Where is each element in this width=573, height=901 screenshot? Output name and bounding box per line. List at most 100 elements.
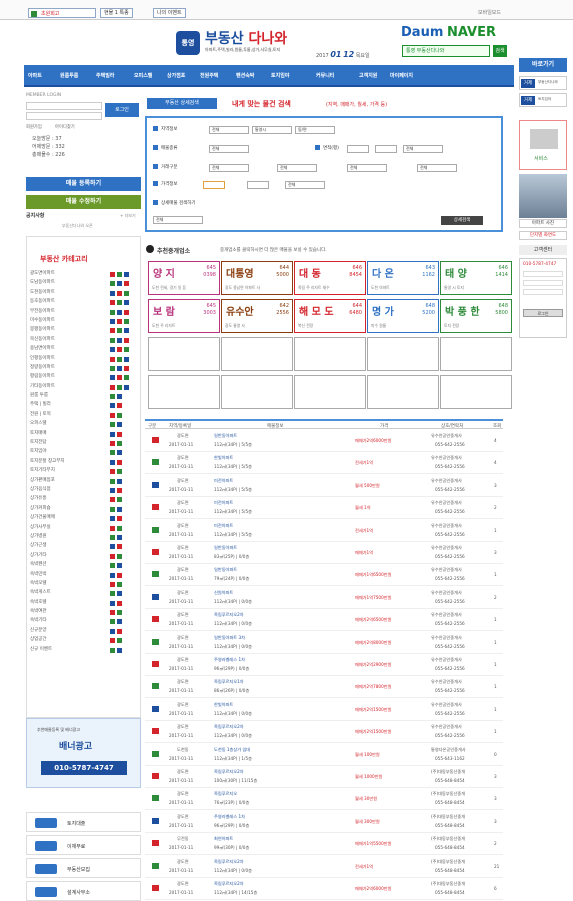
- category-item[interactable]: 무전동아파트: [26, 308, 142, 317]
- site-logo[interactable]: 부동산 다나와: [205, 28, 287, 48]
- agent-card[interactable]: 양 지 645 0398 도천 전세, 경기 일 등: [148, 261, 220, 295]
- category-item[interactable]: 숙박기타: [26, 617, 142, 626]
- floor-plan-link[interactable]: 단지별 화면도: [519, 231, 567, 240]
- right-login-button[interactable]: 로그인: [523, 309, 563, 317]
- row-title-link[interactable]: 한빛아파트: [214, 455, 233, 461]
- agent-card[interactable]: 명 가 648 5200 미수 원룸: [367, 299, 439, 333]
- site-search-button[interactable]: 검색: [493, 45, 507, 57]
- category-item[interactable]: 상가기타: [26, 552, 142, 561]
- table-row[interactable]: 광도면 2017-01-11 일반동아파트 112㎡(34P) | 5/5층 매매가2억…: [145, 430, 503, 452]
- agent-card[interactable]: 대 동 646 8454 죽림 주 리자트 재수: [294, 261, 366, 295]
- naver-logo[interactable]: NAVER: [447, 25, 496, 40]
- row-agent[interactable]: 유수안공인중개사: [431, 590, 462, 596]
- category-item[interactable]: 토지전답: [26, 439, 142, 448]
- category-item[interactable]: 도남동아파트: [26, 279, 142, 288]
- table-row[interactable]: 광도면 2017-01-11 일반동아파트 83㎡(25P) | 0/0층 매매가1억 유…: [145, 542, 503, 564]
- category-item[interactable]: 주택 | 빌라: [26, 401, 142, 410]
- row-agent[interactable]: 유수안공인중개사: [431, 478, 462, 484]
- login-id-input[interactable]: [26, 102, 102, 110]
- table-row[interactable]: 무전동 2017-01-11 최연아파트 99㎡(30P) | 0/0층 매매가1억55…: [145, 833, 503, 856]
- category-item[interactable]: 인평동아파트: [26, 355, 142, 364]
- nav-item-5[interactable]: 전원주택: [200, 72, 218, 79]
- table-row[interactable]: 광도면 2017-01-11 죽림푸르지오 76㎡(23P) | 0/0층 월세 30만…: [145, 788, 503, 811]
- category-item[interactable]: 상가건물매매: [26, 514, 142, 523]
- row-title-link[interactable]: 일반동아파트: [214, 567, 237, 573]
- table-row[interactable]: 광도면 2017-01-11 죽림푸르지오1차 86㎡(26P) | 0/0층 매매가2…: [145, 676, 503, 699]
- select-dong[interactable]: 동/면: [295, 126, 335, 134]
- price-max-input[interactable]: [247, 181, 269, 189]
- row-title-link[interactable]: 일반동아파트 3차: [214, 635, 245, 641]
- mobile-mode-link[interactable]: 모바일모드: [478, 9, 501, 16]
- table-row[interactable]: 광도면 2017-01-11 일반동아파트 79㎡(24P) | 0/0층 매매가1억6…: [145, 564, 503, 587]
- row-title-link[interactable]: 한빛아파트: [214, 702, 233, 708]
- category-item[interactable]: 상가커피숍: [26, 505, 142, 514]
- row-title-link[interactable]: 죽림푸르지오: [214, 791, 237, 797]
- row-title-link[interactable]: 죽림푸르지오2차: [214, 612, 244, 618]
- row-agent[interactable]: 유수안공인중개사: [431, 500, 462, 506]
- table-row[interactable]: 광도면 2017-01-11 미전아파트 112㎡(34P) | 5/5층 월세 500…: [145, 475, 503, 497]
- category-item[interactable]: 상가근생: [26, 542, 142, 551]
- category-item[interactable]: 상업공간: [26, 636, 142, 645]
- row-agent[interactable]: 유수안공인중개사: [431, 724, 462, 730]
- nav-item-3[interactable]: 오피스텔: [134, 72, 152, 79]
- select-price[interactable]: 전체: [285, 181, 325, 189]
- price-min-input[interactable]: [203, 181, 225, 189]
- category-item[interactable]: 북신동아파트: [26, 336, 142, 345]
- category-item[interactable]: 원룸 투룸: [26, 392, 142, 401]
- table-row[interactable]: 광도면 2017-01-11 신원아파트 112㎡(34P) | 0/0층 매매가1억7…: [145, 587, 503, 609]
- select-city[interactable]: 통영시: [252, 126, 292, 134]
- notice-item[interactable]: 부동산다나와 오픈: [62, 223, 93, 229]
- notice-more-link[interactable]: + 더보기: [120, 213, 136, 219]
- row-agent[interactable]: 유수안공인중개사: [431, 679, 462, 685]
- row-agent[interactable]: (주)대동부동산중개: [431, 836, 465, 842]
- row-title-link[interactable]: 주영라벨레스 1차: [214, 814, 245, 820]
- category-item[interactable]: 신규분양: [26, 627, 142, 636]
- row-agent[interactable]: 유수안공인중개사: [431, 567, 462, 573]
- row-title-link[interactable]: 일반동아파트: [214, 545, 237, 551]
- row-title-link[interactable]: 미전아파트: [214, 500, 233, 506]
- category-item[interactable]: 숙박게스트: [26, 589, 142, 598]
- right-pw-input[interactable]: [523, 280, 563, 286]
- row-title-link[interactable]: 죽림푸르지오2차: [214, 769, 244, 775]
- category-item[interactable]: 상가음식점: [26, 486, 142, 495]
- row-agent[interactable]: 유수안공인중개사: [431, 433, 462, 439]
- site-search-input[interactable]: 통영 부동산다나와: [402, 45, 490, 57]
- table-row[interactable]: 도천동 2017-01-11 도천동 1층상가 임대 112㎡(34P) | 1/5층…: [145, 744, 503, 766]
- agent-card[interactable]: 유수안 642 2556 광도 통영 사: [221, 299, 293, 333]
- row-agent[interactable]: 유수안공인중개사: [431, 545, 462, 551]
- area-min-input[interactable]: [347, 145, 369, 153]
- category-item[interactable]: 동호동아파트: [26, 298, 142, 307]
- logo-badge[interactable]: 통영: [176, 31, 200, 55]
- quick-link-2[interactable]: 거제 토지임야: [519, 93, 567, 107]
- category-item[interactable]: 숙박호텔: [26, 599, 142, 608]
- row-agent[interactable]: (주)대동부동산중개: [431, 881, 465, 887]
- category-item[interactable]: 오피스텔: [26, 420, 142, 429]
- category-item[interactable]: 숙박모텔: [26, 580, 142, 589]
- topbar-button-1[interactable]: 현물 1 특종: [100, 8, 133, 18]
- category-item[interactable]: 숙박민박: [26, 571, 142, 580]
- row-agent[interactable]: 유수안공인중개사: [431, 657, 462, 663]
- row-title-link[interactable]: 신원아파트: [214, 590, 233, 596]
- partner-item[interactable]: 부동산모집: [26, 858, 141, 878]
- row-title-link[interactable]: 미전아파트: [214, 478, 233, 484]
- agent-card[interactable]: 보 람 645 3003 도천 주 리자트: [148, 299, 220, 333]
- row-title-link[interactable]: 주영라벨레스 1차: [214, 657, 245, 663]
- agent-card[interactable]: 태 양 646 1414 통영 시 토지: [440, 261, 512, 295]
- nav-item-9[interactable]: 고객지원: [359, 72, 377, 79]
- category-item[interactable]: 미수동아파트: [26, 317, 142, 326]
- agent-card[interactable]: 해 모 도 644 6480 북신 전망: [294, 299, 366, 333]
- table-row[interactable]: 광도면 2017-01-11 한빛아파트 112㎡(34P) | 0/0층 매매가2억1…: [145, 699, 503, 721]
- agent-card[interactable]: 대통영 644 5000 광도 용남면 아파트 사: [221, 261, 293, 295]
- select-deal[interactable]: 전체: [209, 164, 249, 172]
- table-row[interactable]: 광도면 2017-01-11 죽림푸르지오2차 112㎡(34P) | 0/0층 매매가…: [145, 609, 503, 632]
- category-item[interactable]: 숙박여관: [26, 608, 142, 617]
- select-region[interactable]: 전체: [209, 126, 249, 134]
- register-link[interactable]: 회원가입: [26, 124, 42, 130]
- category-item[interactable]: 전원 | 토목: [26, 411, 142, 420]
- table-row[interactable]: 광도면 2017-01-11 미전아파트 112㎡(34P) | 5/5층 전세가1억 유…: [145, 520, 503, 542]
- login-button[interactable]: 로그인: [105, 103, 139, 117]
- find-id-link[interactable]: 아이디찾기: [55, 124, 75, 130]
- category-item[interactable]: 정량동아파트: [26, 364, 142, 373]
- table-row[interactable]: 광도면 2017-01-11 주영라벨레스 1차 96㎡(29P) | 0/0층 매매가…: [145, 654, 503, 676]
- register-listing-button[interactable]: 매물 등록하기: [26, 177, 141, 191]
